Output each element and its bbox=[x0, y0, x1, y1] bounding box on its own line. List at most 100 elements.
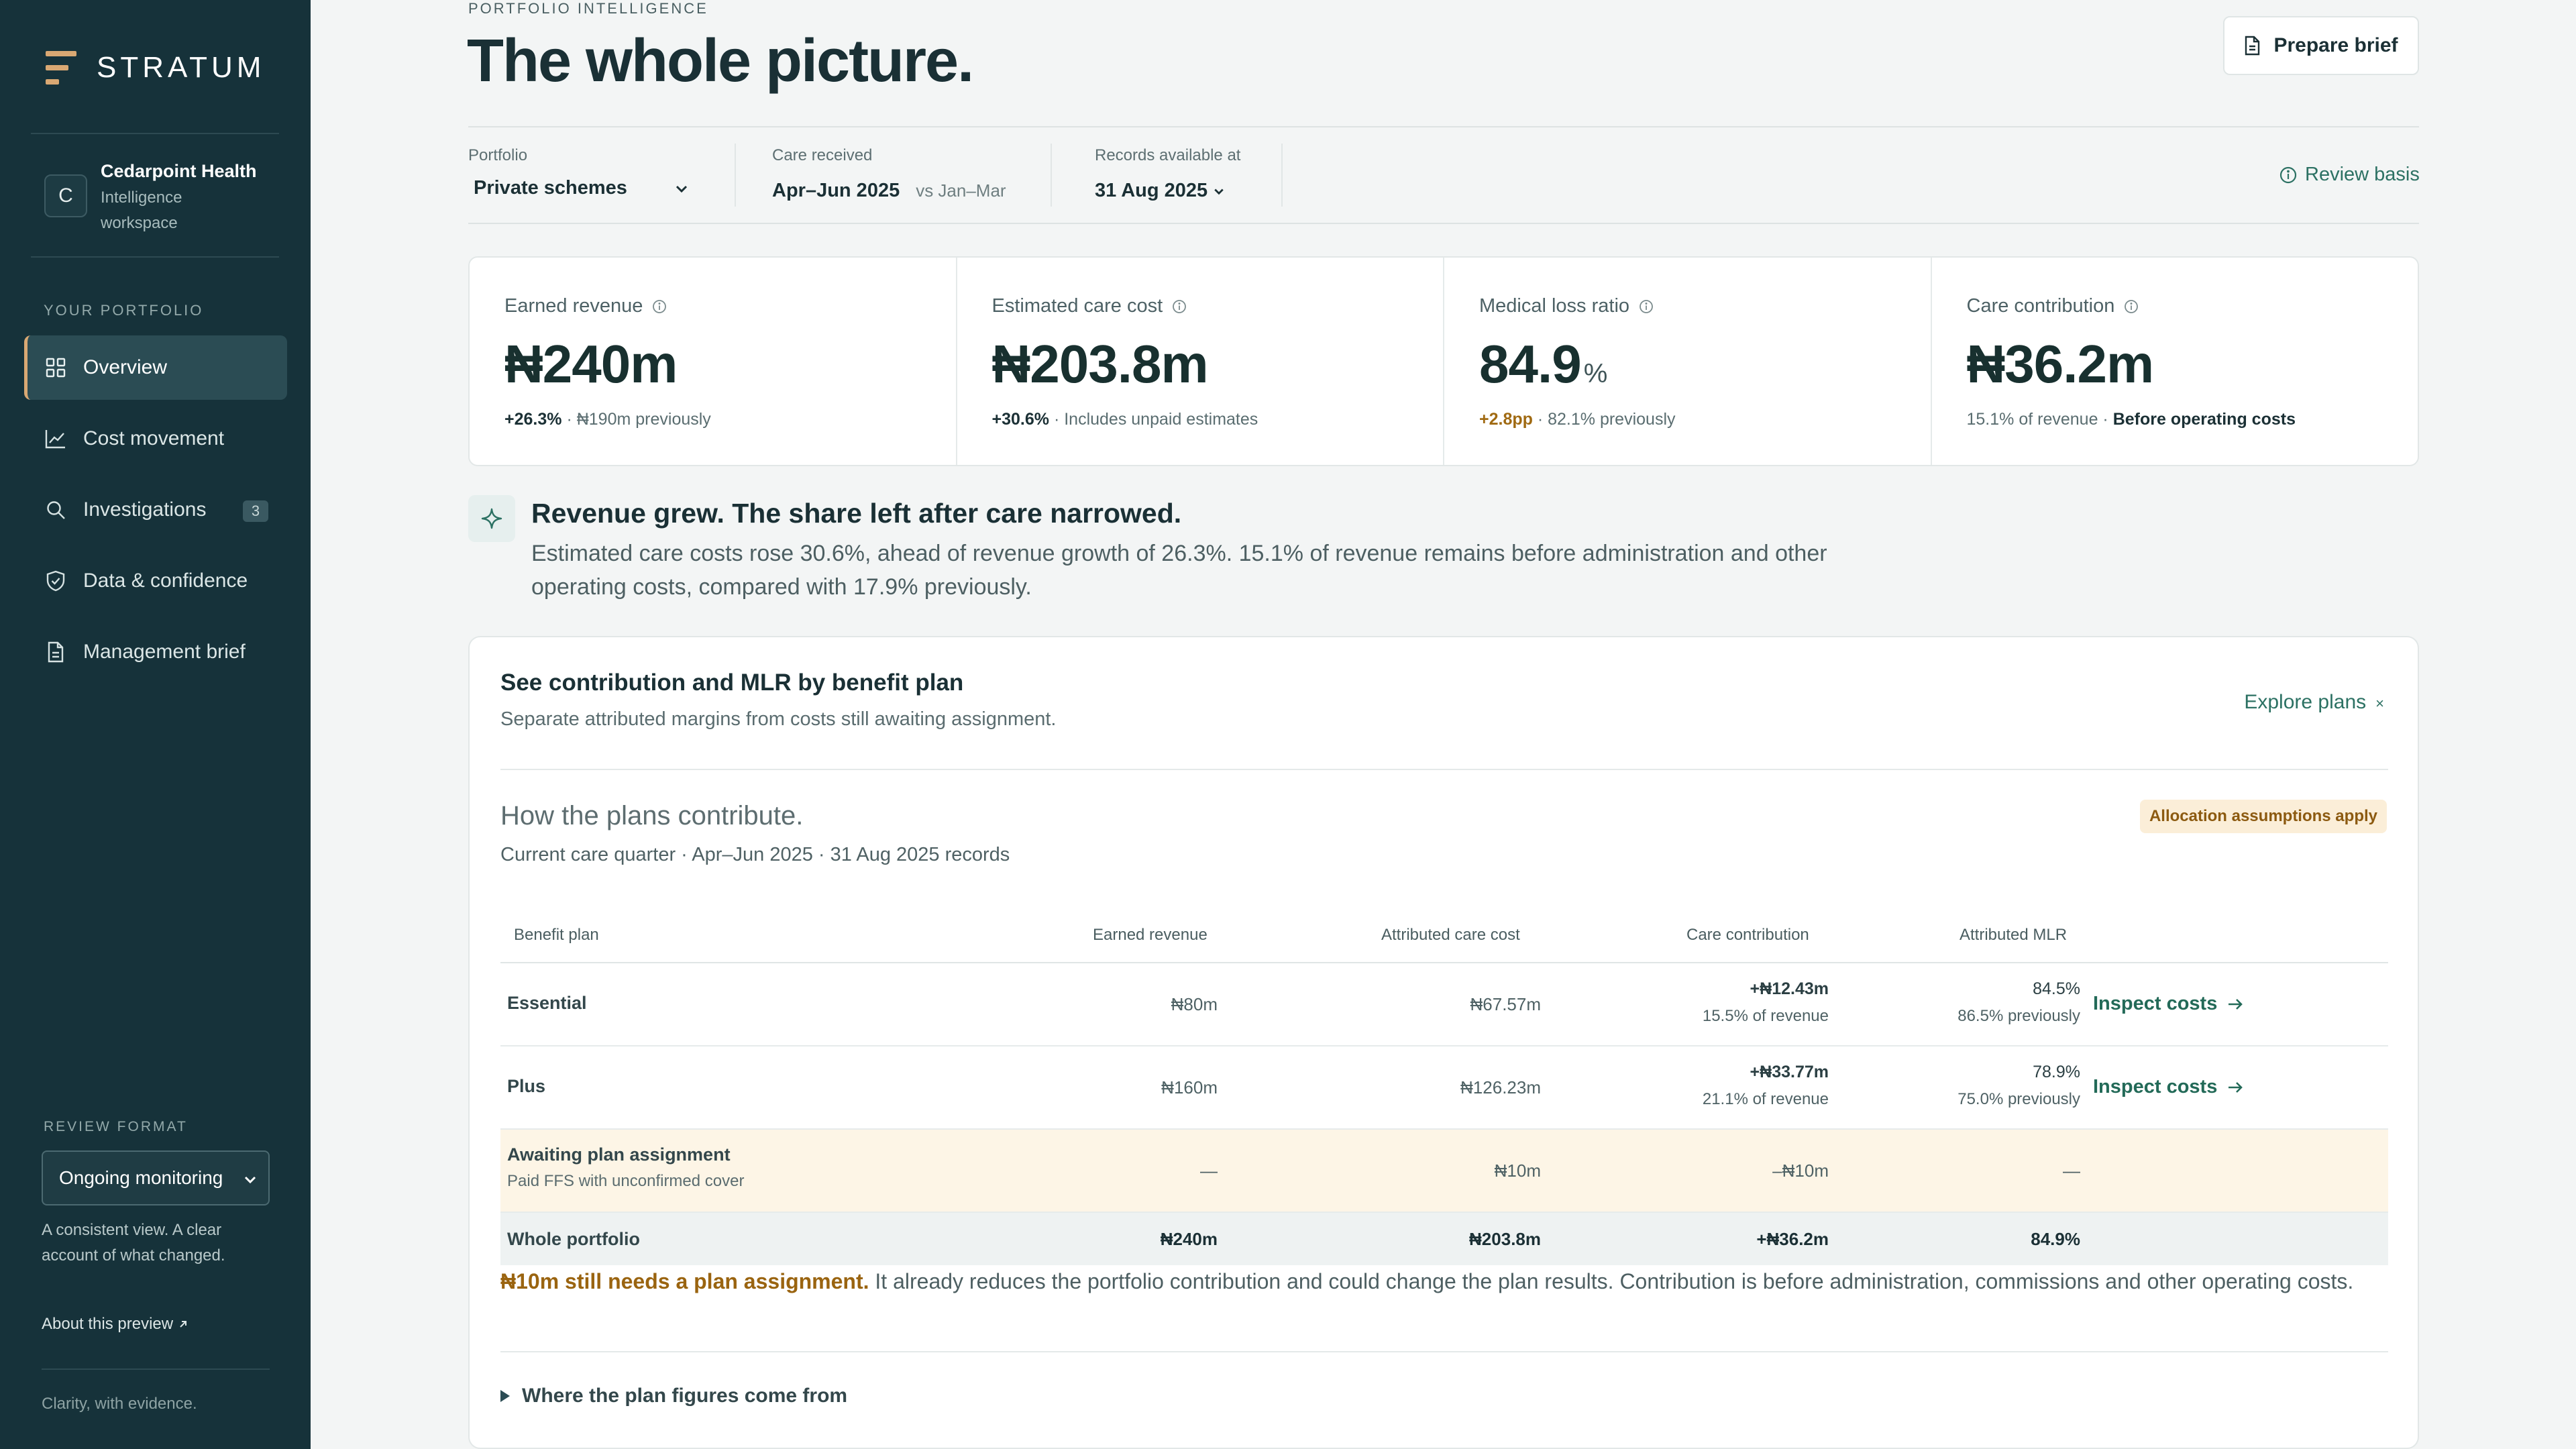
column-header: Care contribution bbox=[1686, 926, 1809, 944]
attributed-mlr: — bbox=[2063, 1161, 2080, 1181]
kpi-strip: Earned revenue ₦240m +26.3% · ₦190m prev… bbox=[468, 256, 2419, 466]
kpi-delta: +30.6% bbox=[991, 410, 1050, 429]
column-header: Attributed MLR bbox=[1960, 926, 2068, 944]
shield-check-icon bbox=[44, 570, 67, 592]
grid-icon bbox=[44, 356, 67, 379]
section-subtitle: Current care quarter · Apr–Jun 2025 · 31… bbox=[500, 844, 1010, 865]
search-icon bbox=[44, 498, 67, 521]
kpi-label: Estimated care cost bbox=[991, 295, 1163, 317]
contribution-share: 15.5% of revenue bbox=[1702, 1007, 1829, 1025]
nav-item-management-brief[interactable]: Management brief bbox=[24, 620, 287, 684]
chevron-down-icon bbox=[243, 1170, 258, 1191]
portfolio-filter[interactable]: Portfolio Private schemes bbox=[468, 146, 689, 199]
column-header: Attributed care cost bbox=[1381, 926, 1520, 944]
divider bbox=[42, 1368, 270, 1370]
review-blurb-line2: account of what changed. bbox=[42, 1246, 225, 1265]
document-icon bbox=[44, 641, 67, 663]
kpi-care-contribution: Care contribution ₦36.2m 15.1% of revenu… bbox=[1932, 258, 2418, 465]
review-format-select[interactable]: Ongoing monitoring bbox=[42, 1150, 270, 1205]
inspect-costs-label: Inspect costs bbox=[2093, 993, 2218, 1014]
brand-logo[interactable]: STRATUM bbox=[46, 50, 265, 86]
kpi-value: 84.9 bbox=[1479, 334, 1582, 394]
table-header: Benefit plan Earned revenue Attributed c… bbox=[500, 903, 2388, 963]
care-contribution: +₦36.2m bbox=[1756, 1229, 1829, 1249]
info-icon bbox=[2279, 166, 2297, 183]
kpi-label: Medical loss ratio bbox=[1479, 295, 1630, 317]
kpi-label: Care contribution bbox=[1966, 295, 2115, 317]
external-link-icon bbox=[180, 1321, 187, 1328]
kpi-context: · 82.1% previously bbox=[1532, 410, 1676, 429]
page-title: The whole picture. bbox=[467, 28, 974, 95]
mlr-previous: 86.5% previously bbox=[1957, 1007, 2080, 1025]
earned-revenue: ₦160m bbox=[1161, 1077, 1218, 1097]
divider bbox=[31, 133, 279, 134]
attributed-care-cost: ₦67.57m bbox=[1470, 994, 1542, 1014]
primary-nav: Overview Cost movement Investigations 3 bbox=[24, 335, 287, 691]
benefit-plan-card: See contribution and MLR by benefit plan… bbox=[468, 636, 2419, 1449]
nav-label: Data & confidence bbox=[83, 570, 248, 592]
attributed-care-cost: ₦203.8m bbox=[1469, 1229, 1541, 1249]
attributed-mlr: 84.9% bbox=[2031, 1229, 2080, 1249]
stratum-logo-icon bbox=[46, 50, 76, 86]
nav-item-investigations[interactable]: Investigations 3 bbox=[24, 478, 287, 542]
prepare-brief-button[interactable]: Prepare brief bbox=[2223, 16, 2419, 75]
inspect-costs-link[interactable]: Inspect costs bbox=[2093, 1076, 2244, 1098]
table-row: Essential ₦80m ₦67.57m +₦12.43m 15.5% of… bbox=[500, 963, 2388, 1046]
column-header: Benefit plan bbox=[514, 926, 599, 944]
care-received-label: Care received bbox=[772, 146, 873, 164]
chevron-down-icon bbox=[1214, 189, 1224, 195]
kpi-delta: +26.3% bbox=[504, 410, 562, 429]
sparkle-icon bbox=[468, 495, 515, 542]
document-icon bbox=[2245, 36, 2260, 56]
workspace-switcher[interactable]: C Cedarpoint Health Intelligence workspa… bbox=[44, 157, 257, 236]
assignment-note-text: It already reduces the portfolio contrib… bbox=[869, 1269, 2354, 1293]
attributed-care-cost: ₦126.23m bbox=[1460, 1077, 1541, 1097]
kpi-context: · ₦190m previously bbox=[561, 410, 711, 429]
nav-item-data-confidence[interactable]: Data & confidence bbox=[24, 549, 287, 613]
earned-revenue: ₦80m bbox=[1171, 994, 1218, 1014]
insight-body: Estimated care costs rose 30.6%, ahead o… bbox=[531, 537, 1873, 604]
info-icon[interactable] bbox=[652, 299, 667, 314]
divider bbox=[735, 144, 736, 207]
mlr-value: 78.9% bbox=[2033, 1063, 2080, 1081]
info-icon[interactable] bbox=[1172, 299, 1187, 314]
review-basis-link[interactable]: Review basis bbox=[2279, 164, 2420, 186]
attributed-care-cost: ₦10m bbox=[1494, 1161, 1541, 1181]
about-preview-link[interactable]: About this preview bbox=[42, 1311, 189, 1337]
earned-revenue: ₦240m bbox=[1160, 1229, 1218, 1249]
card-subtitle: Separate attributed margins from costs s… bbox=[500, 708, 1057, 730]
nav-item-cost-movement[interactable]: Cost movement bbox=[24, 407, 287, 471]
caret-right-icon bbox=[500, 1390, 510, 1402]
prepare-brief-label: Prepare brief bbox=[2273, 34, 2398, 56]
earned-revenue: — bbox=[1200, 1161, 1218, 1181]
about-link-label: About this preview bbox=[42, 1315, 174, 1333]
section-title: How the plans contribute. bbox=[500, 801, 804, 830]
plan-name: Essential bbox=[507, 993, 587, 1013]
allocation-assumptions-badge: Allocation assumptions apply bbox=[2139, 800, 2387, 833]
nav-label: Overview bbox=[83, 356, 168, 378]
inspect-costs-label: Inspect costs bbox=[2093, 1076, 2218, 1097]
care-received-value: Apr–Jun 2025 bbox=[772, 180, 900, 201]
contribution-value: +₦12.43m bbox=[1750, 979, 1829, 998]
nav-label: Investigations bbox=[83, 498, 207, 521]
main-content: PORTFOLIO INTELLIGENCE The whole picture… bbox=[311, 0, 2576, 1449]
records-filter[interactable]: Records available at 31 Aug 2025 bbox=[1095, 146, 1240, 202]
info-icon[interactable] bbox=[1639, 299, 1654, 314]
records-label: Records available at bbox=[1095, 146, 1241, 164]
plan-figures-disclosure[interactable]: Where the plan figures come from bbox=[500, 1385, 847, 1407]
care-received-filter[interactable]: Care received Apr–Jun 2025 vs Jan–Mar bbox=[772, 146, 1006, 202]
nav-item-overview[interactable]: Overview bbox=[24, 335, 287, 400]
divider bbox=[1051, 144, 1052, 207]
info-icon[interactable] bbox=[2124, 299, 2139, 314]
kpi-earned-revenue: Earned revenue ₦240m +26.3% · ₦190m prev… bbox=[470, 258, 957, 465]
workspace-subtitle-2: workspace bbox=[101, 214, 178, 232]
explore-plans-link[interactable]: Explore plans × bbox=[2244, 691, 2384, 714]
inspect-costs-link[interactable]: Inspect costs bbox=[2093, 993, 2244, 1015]
close-icon[interactable]: × bbox=[2375, 695, 2384, 712]
table-row-awaiting-assignment: Awaiting plan assignment Paid FFS with u… bbox=[500, 1130, 2388, 1213]
kpi-context: 15.1% of revenue · bbox=[1966, 410, 2113, 429]
care-contribution: +₦12.43m 15.5% of revenue bbox=[1703, 979, 1829, 1026]
care-contribution: +₦33.77m 21.1% of revenue bbox=[1703, 1063, 1829, 1109]
arrow-right-icon bbox=[2229, 1081, 2243, 1093]
brand-name: STRATUM bbox=[97, 51, 266, 84]
